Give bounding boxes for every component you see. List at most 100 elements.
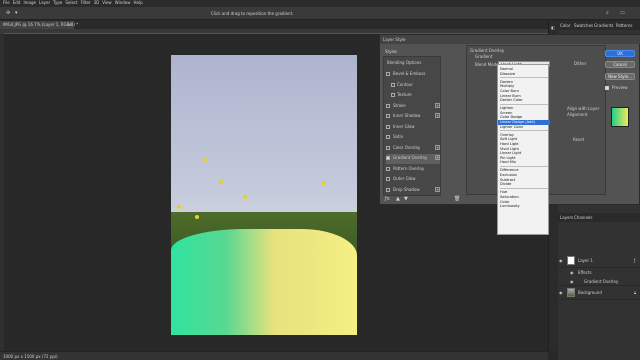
image-flower (177, 205, 181, 209)
style-item[interactable]: Texture (386, 91, 440, 101)
history-icon[interactable]: ◧ (551, 25, 555, 30)
tab-gradients[interactable]: Gradients (594, 23, 614, 28)
reset-button[interactable]: Reset (573, 137, 584, 142)
add-style-icon[interactable]: + (435, 144, 440, 150)
menu-item[interactable]: View (102, 0, 112, 5)
style-label: Pattern Overlay (393, 165, 425, 171)
style-checkbox[interactable] (386, 187, 390, 192)
style-label: Contour (397, 81, 413, 87)
tab-color[interactable]: Color (560, 23, 570, 28)
style-checkbox[interactable] (391, 93, 395, 97)
style-checkbox[interactable] (386, 166, 390, 171)
align-with-layer-label[interactable]: Align with Layer (567, 106, 599, 111)
menu-item[interactable]: Help (133, 0, 142, 5)
tab-patterns[interactable]: Patterns (616, 23, 632, 28)
blend-mode-option[interactable]: Dissolve (498, 72, 550, 77)
image-flower (203, 158, 207, 162)
dialog-title-bar[interactable]: Layer Style (380, 35, 640, 44)
eye-icon[interactable]: ◉ (570, 270, 574, 275)
style-checkbox[interactable] (386, 145, 390, 150)
style-label: Stroke (393, 102, 406, 108)
image-flower (243, 195, 247, 199)
search-icon[interactable]: ⌕ (606, 10, 609, 16)
effect-gradient-overlay: Gradient Overlay (584, 279, 619, 284)
blend-mode-dropdown[interactable]: Normal Dissolve Darken Multiply Color Burn Li… (497, 64, 550, 235)
style-checkbox[interactable] (386, 124, 390, 129)
blend-mode-option[interactable]: Darker Color (498, 98, 550, 103)
style-item[interactable]: Pattern Overlay (386, 165, 440, 175)
fx-menu-icon[interactable]: ƒx (385, 196, 390, 202)
style-checkbox[interactable] (386, 177, 390, 181)
style-item[interactable]: Drop Shadow + (386, 186, 440, 196)
blend-mode-option[interactable]: Hard Mix (498, 160, 550, 165)
blend-mode-option[interactable]: Divide (498, 182, 550, 187)
style-checkbox[interactable] (386, 103, 390, 108)
style-checkbox[interactable] (386, 72, 390, 76)
tab-layers[interactable]: Layers (560, 215, 573, 220)
menu-item[interactable]: File (3, 0, 10, 5)
add-style-icon[interactable]: + (435, 113, 440, 118)
style-checkbox[interactable] (386, 135, 390, 139)
eye-icon[interactable]: ◉ (559, 258, 563, 263)
add-style-icon[interactable]: + (435, 186, 440, 192)
cancel-button[interactable]: Cancel (605, 61, 635, 68)
add-style-icon[interactable]: + (435, 102, 440, 108)
style-label: Drop Shadow (393, 186, 420, 192)
tab-channels[interactable]: Channels (574, 215, 593, 220)
new-style-button[interactable]: New Style... (605, 73, 635, 80)
style-checkbox[interactable] (386, 114, 390, 118)
document-tab[interactable]: IMG4.JPG @ 16.7% (Layer 1, RGB/8) * × (0, 21, 78, 29)
menu-item[interactable]: Image (23, 0, 36, 5)
layer-effect-item[interactable]: ◉ Gradient Overlay (558, 277, 640, 286)
dropdown-separator (500, 187, 548, 189)
status-bar: 1000 px x 1500 px (72 ppi) (0, 351, 548, 360)
eye-icon[interactable]: ◉ (559, 290, 563, 295)
workspace-icon[interactable]: ▭ (620, 10, 625, 16)
chevron-down-icon[interactable]: ▾ (15, 10, 18, 16)
move-down-icon[interactable]: ▼ (404, 196, 408, 202)
menu-item[interactable]: Edit (13, 0, 21, 5)
style-blending-options[interactable]: Blending Options (386, 59, 440, 69)
style-item[interactable]: Bevel & Emboss (386, 70, 440, 80)
style-item[interactable]: Contour (386, 81, 440, 91)
document-image[interactable] (171, 55, 357, 335)
image-flower (321, 181, 325, 185)
style-item[interactable]: Gradient Overlay + (386, 154, 440, 164)
move-tool-icon[interactable]: ✣ (6, 10, 10, 16)
tab-swatches[interactable]: Swatches (574, 23, 593, 28)
blend-mode-option[interactable]: Luminosity (498, 204, 550, 209)
menu-item[interactable]: 3D (94, 0, 100, 5)
style-item[interactable]: Inner Glow (386, 123, 440, 133)
style-item[interactable]: Inner Shadow + (386, 112, 440, 122)
eye-icon[interactable]: ◉ (570, 279, 574, 284)
blend-mode-option[interactable]: Lighter Color (498, 125, 550, 130)
move-up-icon[interactable]: ▲ (396, 196, 400, 202)
preview-checkbox[interactable] (605, 86, 609, 90)
style-item[interactable]: Satin (386, 133, 440, 143)
menu-item[interactable]: Type (53, 0, 62, 5)
trash-icon[interactable]: 🗑︎ (454, 196, 460, 202)
options-bar: ✣ ▾ Click and drag to reposition the gra… (0, 7, 640, 20)
close-icon[interactable]: × (68, 22, 71, 27)
ok-button[interactable]: OK (605, 50, 635, 57)
style-item[interactable]: Color Overlay + (386, 144, 440, 154)
gradient-overlay-preview (171, 228, 357, 335)
style-checkbox[interactable] (391, 82, 395, 87)
styles-list: Blending Options Bevel & Emboss Contour Te… (383, 56, 441, 196)
preview-label: Preview (612, 85, 628, 90)
image-sky (171, 55, 357, 223)
dropdown-separator (500, 77, 548, 79)
add-style-icon[interactable]: + (435, 155, 440, 160)
dither-checkbox-label[interactable]: Dither (574, 61, 586, 66)
menu-item[interactable]: Filter (81, 0, 91, 5)
menu-item[interactable]: Layer (39, 0, 50, 5)
menu-item[interactable]: Select (65, 0, 77, 5)
layer-effects-row[interactable]: ◉ Effects (558, 268, 640, 277)
style-item[interactable]: Stroke + (386, 102, 440, 112)
style-item[interactable]: Outer Glow (386, 175, 440, 185)
style-label: Color Overlay (393, 144, 421, 150)
menu-item[interactable]: Window (115, 0, 131, 5)
layer-row[interactable]: ◉ Background 🔒︎ (558, 286, 640, 300)
layer-row[interactable]: ◉ Layer 1 ƒ (558, 254, 640, 268)
style-checkbox[interactable] (386, 156, 390, 160)
